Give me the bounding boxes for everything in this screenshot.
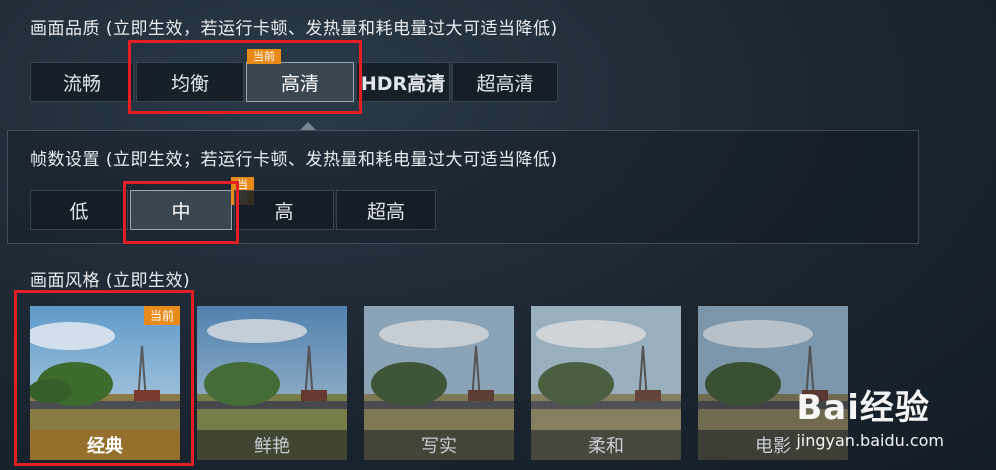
quality-option-smooth[interactable]: 流畅 xyxy=(30,62,134,102)
fps-option-label: 低 xyxy=(69,200,89,223)
quality-section-title: 画面品质 (立即生效，若运行卡顿、发热量和耗电量过大可适当降低) xyxy=(30,19,558,39)
quality-option-hdr[interactable]: HDR高清 xyxy=(356,62,450,102)
style-card-soft[interactable]: 柔和 xyxy=(531,306,681,460)
style-card-vivid[interactable]: 鲜艳 xyxy=(197,306,347,460)
quality-option-label: 高清 xyxy=(280,72,319,95)
quality-option-label: HDR高清 xyxy=(360,72,446,95)
style-section-title: 画面风格 (立即生效) xyxy=(30,271,191,291)
dropdown-caret-icon xyxy=(300,122,316,130)
fps-option-label: 高 xyxy=(274,200,294,223)
baidu-logo: Bai经验 xyxy=(796,388,930,428)
quality-options: 流畅 均衡 当前 高清 HDR高清 超高清 xyxy=(30,49,560,102)
quality-option-balanced[interactable]: 均衡 xyxy=(136,62,244,102)
style-card-label: 柔和 xyxy=(531,430,681,460)
baidu-watermark: Bai经验 jingyan.baidu.com xyxy=(796,380,944,450)
watermark-url: jingyan.baidu.com xyxy=(796,431,944,450)
fps-option-ultra[interactable]: 超高 xyxy=(336,190,436,230)
current-badge: 当前 xyxy=(247,49,281,64)
fps-option-label: 中 xyxy=(171,200,191,223)
quality-option-hd[interactable]: 当前 高清 xyxy=(246,49,354,102)
style-card-label: 鲜艳 xyxy=(197,430,347,460)
fps-option-label: 超高 xyxy=(366,200,405,223)
style-card-label: 写实 xyxy=(364,430,514,460)
quality-option-label: 超高清 xyxy=(476,72,534,95)
fps-option-medium[interactable]: 当前 中 xyxy=(130,177,254,230)
fps-option-high[interactable]: 高 xyxy=(234,190,334,230)
fps-section-title: 帧数设置 (立即生效；若运行卡顿、发热量和耗电量过大可适当降低) xyxy=(30,150,558,170)
fps-options: 低 当前 中 高 超高 xyxy=(30,177,438,230)
style-card-classic[interactable]: 当前 经典 xyxy=(30,306,180,460)
quality-option-label: 均衡 xyxy=(170,72,209,95)
fps-option-low[interactable]: 低 xyxy=(30,190,128,230)
style-card-realistic[interactable]: 写实 xyxy=(364,306,514,460)
current-badge: 当前 xyxy=(143,306,180,325)
quality-option-label: 流畅 xyxy=(62,72,101,95)
style-card-label: 经典 xyxy=(30,430,180,460)
quality-option-ultra[interactable]: 超高清 xyxy=(452,62,558,102)
style-options: 当前 经典 鲜艳 写实 柔和 电影 xyxy=(30,306,865,460)
